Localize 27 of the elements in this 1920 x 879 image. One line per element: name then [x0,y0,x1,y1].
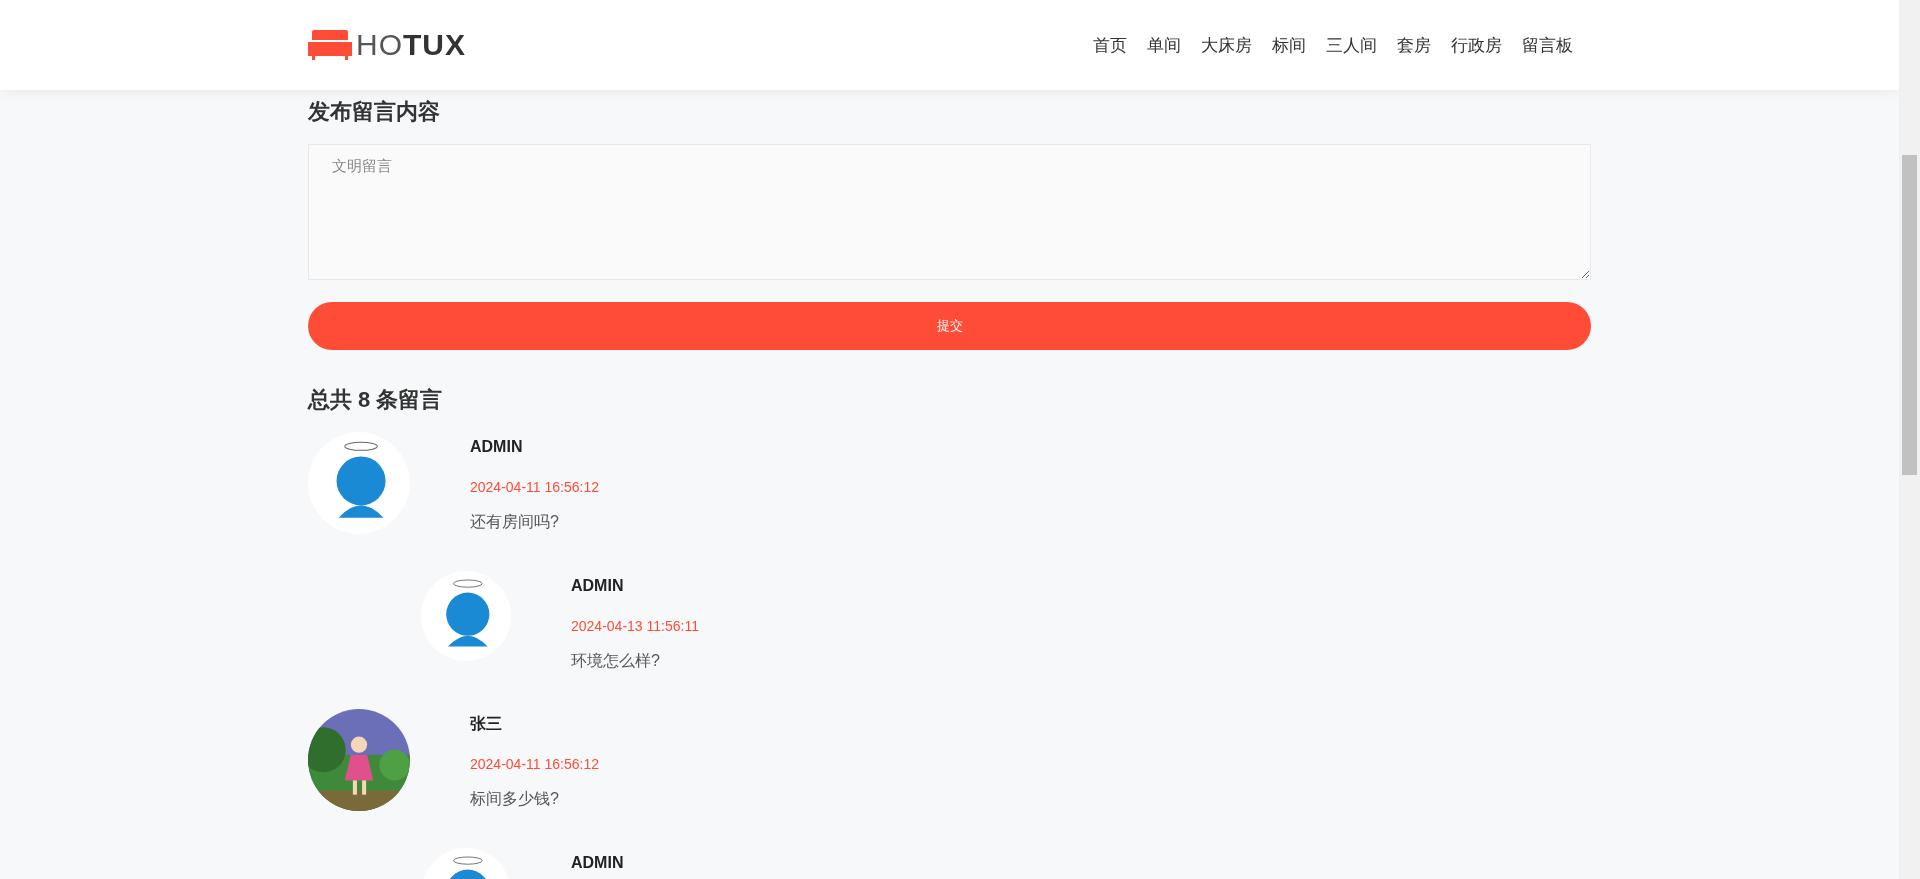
form-title: 发布留言内容 [308,98,441,126]
comment-time: 2024-04-11 16:56:12 [470,478,599,496]
nav-link[interactable]: 留言板 [1522,33,1573,57]
bed-icon [308,30,352,60]
nav-link[interactable]: 单间 [1147,33,1181,57]
nav-link[interactable]: 首页 [1093,33,1127,57]
nav-link[interactable]: 三人间 [1326,33,1377,57]
comment-count: 总共 8 条留言 [308,386,444,414]
nav-link[interactable]: 行政房 [1451,33,1502,57]
scrollbar[interactable] [1899,0,1920,879]
avatar-icon [308,432,410,534]
message-field[interactable]: 文明留言 [308,144,1591,280]
comment-author: ADMIN [571,576,625,596]
comment-time: 2024-04-11 16:56:12 [470,755,599,773]
scrollbar-thumb[interactable] [1902,155,1917,475]
nav-link[interactable]: 套房 [1397,33,1431,57]
nav-link[interactable]: 大床房 [1201,33,1252,57]
comment-time: 2024-04-13 11:56:11 [571,617,699,635]
comment-author: ADMIN [470,437,524,457]
comment-author: 张三 [470,714,503,734]
comment-text: 标间多少钱? [470,789,560,809]
comment-author: ADMIN [571,853,624,873]
logo-text: HOTUX [356,28,466,62]
avatar-icon [421,571,511,661]
nav-link[interactable]: 标间 [1272,33,1306,57]
comment-text: 还有房间吗? [470,512,560,532]
comment-text: 环境怎么样? [571,651,661,671]
